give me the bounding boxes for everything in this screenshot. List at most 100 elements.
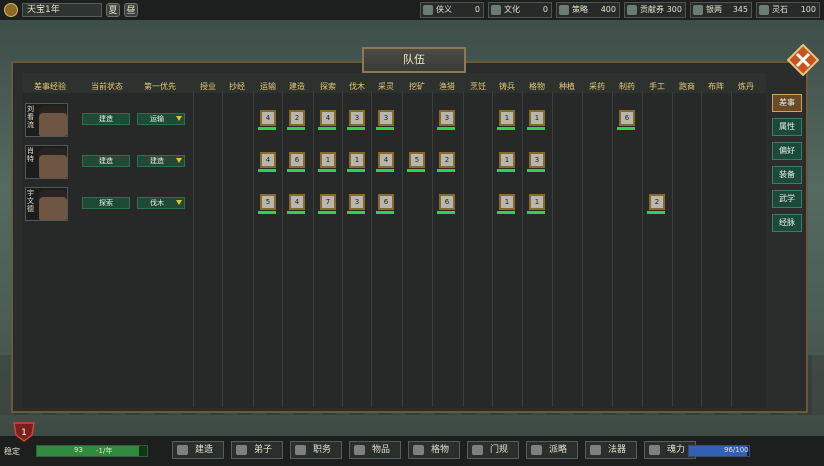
job-exp-bar [347, 169, 365, 172]
column-header[interactable]: 炼丹 [729, 81, 763, 92]
job-priority-marker[interactable]: 4 [260, 152, 276, 168]
side-tab[interactable]: 经脉 [772, 214, 802, 232]
menu-icon [177, 445, 188, 455]
menu-button-label: 魂力 [667, 445, 686, 455]
member-avatar[interactable]: 刘看流 [25, 103, 68, 137]
job-priority-marker[interactable]: 1 [320, 152, 336, 168]
column-header[interactable]: 挖矿 [400, 81, 434, 92]
side-tab[interactable]: 差事 [772, 94, 802, 112]
job-exp-fill [527, 211, 545, 214]
settings-gear-icon[interactable] [4, 3, 18, 17]
job-priority-marker[interactable]: 2 [649, 194, 665, 210]
grid-line [582, 92, 583, 407]
face-shape [39, 155, 67, 178]
column-header[interactable]: 采灵 [369, 81, 403, 92]
job-priority-marker[interactable]: 1 [529, 194, 545, 210]
column-header[interactable]: 采药 [580, 81, 614, 92]
job-priority-marker[interactable]: 4 [378, 152, 394, 168]
side-tab[interactable]: 武学 [772, 190, 802, 208]
job-exp-bar [437, 169, 455, 172]
job-exp-fill [376, 211, 394, 214]
column-header[interactable]: 种植 [550, 81, 584, 92]
grid-line [193, 92, 194, 407]
grain-icon [693, 5, 703, 15]
menu-icon [236, 445, 247, 455]
priority-value: 建造 [150, 157, 164, 165]
job-exp-bar [407, 169, 425, 172]
svg-text:1: 1 [21, 428, 27, 438]
column-header[interactable]: 抄经 [220, 81, 254, 92]
member-avatar[interactable]: 肖特 [25, 145, 68, 179]
priority-dropdown[interactable]: 运输 [137, 113, 185, 125]
job-exp-bar [318, 169, 336, 172]
job-priority-marker[interactable]: 5 [409, 152, 425, 168]
member-avatar[interactable]: 宇文德 [25, 187, 68, 221]
job-priority-marker[interactable]: 1 [349, 152, 365, 168]
job-priority-marker[interactable]: 5 [260, 194, 276, 210]
job-priority-marker[interactable]: 6 [439, 194, 455, 210]
column-header[interactable]: 手工 [640, 81, 674, 92]
job-priority-marker[interactable]: 4 [260, 110, 276, 126]
column-header[interactable]: 布阵 [699, 81, 733, 92]
job-priority-marker[interactable]: 6 [378, 194, 394, 210]
season-summer-button[interactable]: 夏 [106, 3, 120, 17]
job-exp-fill [258, 127, 276, 130]
job-priority-marker[interactable]: 2 [439, 152, 455, 168]
job-exp-fill [318, 211, 336, 214]
menu-icon [413, 445, 424, 455]
menu-button[interactable]: 派略 [526, 441, 578, 459]
menu-button[interactable]: 弟子 [231, 441, 283, 459]
column-header[interactable]: 格物 [520, 81, 554, 92]
menu-button[interactable]: 物品 [349, 441, 401, 459]
member-name: 肖特 [27, 147, 34, 163]
job-priority-marker[interactable]: 6 [289, 152, 305, 168]
job-exp-fill [287, 169, 305, 172]
current-status: 探索 [82, 197, 130, 209]
column-header: 第一优先 [144, 82, 176, 91]
job-priority-marker[interactable]: 3 [378, 110, 394, 126]
priority-dropdown[interactable]: 建造 [137, 155, 185, 167]
column-header[interactable]: 制药 [610, 81, 644, 92]
job-priority-marker[interactable]: 4 [289, 194, 305, 210]
job-priority-marker[interactable]: 4 [320, 110, 336, 126]
job-exp-bar [527, 127, 545, 130]
job-priority-marker[interactable]: 3 [529, 152, 545, 168]
alert-bell-icon[interactable]: 1 [12, 419, 36, 443]
column-header[interactable]: 铸兵 [490, 81, 524, 92]
job-exp-bar [376, 127, 394, 130]
side-tab[interactable]: 偏好 [772, 142, 802, 160]
job-priority-marker[interactable]: 6 [619, 110, 635, 126]
job-priority-marker[interactable]: 1 [499, 110, 515, 126]
season-daytime-button[interactable]: 昼 [124, 3, 138, 17]
close-icon[interactable] [787, 44, 819, 76]
job-priority-marker[interactable]: 2 [289, 110, 305, 126]
job-priority-marker[interactable]: 1 [499, 194, 515, 210]
menu-icon [354, 445, 365, 455]
grid-line [522, 92, 523, 407]
side-tab[interactable]: 属性 [772, 118, 802, 136]
grid-line [402, 92, 403, 407]
job-priority-marker[interactable]: 3 [349, 194, 365, 210]
job-exp-fill [437, 169, 455, 172]
side-tab[interactable]: 装备 [772, 166, 802, 184]
job-priority-marker[interactable]: 3 [439, 110, 455, 126]
menu-button[interactable]: 法器 [585, 441, 637, 459]
job-exp-bar [527, 211, 545, 214]
menu-button[interactable]: 职务 [290, 441, 342, 459]
priority-value: 伐木 [150, 199, 164, 207]
job-grid [23, 73, 766, 408]
job-priority-marker[interactable]: 7 [320, 194, 336, 210]
job-priority-marker[interactable]: 3 [349, 110, 365, 126]
column-header[interactable]: 渔猎 [430, 81, 464, 92]
job-exp-bar [527, 169, 545, 172]
job-priority-marker[interactable]: 1 [529, 110, 545, 126]
stability-value: 93 [74, 446, 83, 454]
menu-button[interactable]: 建造 [172, 441, 224, 459]
job-exp-fill [376, 169, 394, 172]
column-header[interactable]: 建造 [280, 81, 314, 92]
job-priority-marker[interactable]: 1 [499, 152, 515, 168]
menu-button[interactable]: 门规 [467, 441, 519, 459]
menu-button[interactable]: 格物 [408, 441, 460, 459]
priority-dropdown[interactable]: 伐木 [137, 197, 185, 209]
job-exp-fill [407, 169, 425, 172]
